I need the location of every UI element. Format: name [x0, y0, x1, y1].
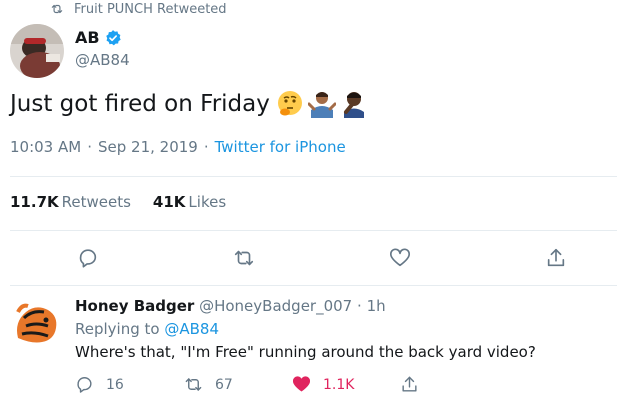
- reply-icon: [77, 377, 92, 393]
- share-icon: [402, 376, 417, 392]
- author-handle[interactable]: @AB84: [75, 51, 130, 69]
- replying-to: Replying to @AB84: [75, 320, 219, 338]
- reply-action-bar: 16 67 1.1K: [0, 375, 617, 397]
- reply-share-button[interactable]: [400, 375, 431, 394]
- reply-icon: [79, 249, 97, 268]
- tweet-date[interactable]: Sep 21, 2019: [98, 138, 198, 156]
- divider: [10, 285, 617, 286]
- person-facepalming-emoji: [340, 90, 368, 118]
- avatar-image: [10, 298, 62, 350]
- divider: [10, 230, 617, 231]
- like-filled-icon: [292, 376, 311, 392]
- likes-label: Likes: [188, 193, 227, 211]
- share-icon: [547, 248, 565, 267]
- share-button[interactable]: [543, 245, 569, 271]
- like-icon: [390, 248, 410, 267]
- retweet-banner[interactable]: Fruit PUNCH Retweeted: [50, 0, 227, 18]
- author-name[interactable]: AB: [75, 28, 100, 47]
- likes-count: 41K: [152, 193, 186, 211]
- reply-separator: ·: [357, 297, 362, 315]
- reply-text: Where's that, "I'm Free" running around …: [75, 343, 536, 361]
- reply-time[interactable]: 1h: [367, 297, 386, 315]
- reply-author-name[interactable]: Honey Badger: [75, 297, 194, 315]
- likes-stat[interactable]: 41K Likes: [153, 193, 226, 211]
- retweets-stat[interactable]: 11.7K Retweets: [10, 193, 131, 211]
- tweet-time[interactable]: 10:03 AM: [10, 138, 81, 156]
- retweet-banner-text: Fruit PUNCH Retweeted: [74, 1, 227, 17]
- reply-author-avatar[interactable]: [10, 298, 62, 350]
- thinking-face-emoji: [276, 90, 304, 118]
- tweet-text-content: Just got fired on Friday: [10, 91, 270, 117]
- author-avatar[interactable]: [10, 24, 64, 78]
- reply-button[interactable]: [75, 245, 101, 271]
- reply-retweet-button[interactable]: 67: [184, 375, 233, 394]
- tweet-text: Just got fired on Friday: [10, 90, 368, 118]
- retweets-count: 11.7K: [10, 193, 59, 211]
- like-button[interactable]: [387, 245, 413, 271]
- reply-tweet[interactable]: Honey Badger @HoneyBadger_007 · 1h Reply…: [0, 288, 617, 416]
- person-shrugging-emoji: [307, 90, 337, 118]
- tweet-action-bar: [0, 245, 617, 273]
- verified-badge-icon: [105, 29, 121, 45]
- retweet-icon: [234, 250, 254, 266]
- replying-to-handle[interactable]: @AB84: [164, 320, 219, 338]
- tweet-source-link[interactable]: Twitter for iPhone: [215, 138, 346, 156]
- retweet-icon: [51, 4, 63, 14]
- reply-retweet-count: 67: [215, 376, 233, 393]
- retweet-button[interactable]: [231, 245, 257, 271]
- reply-author-handle[interactable]: @HoneyBadger_007: [199, 297, 352, 315]
- tweet-stats: 11.7K Retweets 41K Likes: [10, 193, 248, 211]
- reply-like-count: 1.1K: [323, 376, 355, 393]
- tweet-meta: 10:03 AM · Sep 21, 2019 · Twitter for iPhone: [10, 138, 346, 156]
- reply-header: Honey Badger @HoneyBadger_007 · 1h: [75, 297, 386, 315]
- divider: [10, 176, 617, 177]
- reply-like-button[interactable]: 1.1K: [292, 375, 354, 394]
- avatar-image: [10, 24, 64, 78]
- reply-count: 16: [106, 376, 124, 393]
- retweet-icon: [185, 378, 202, 391]
- replying-to-label: Replying to: [75, 320, 160, 338]
- reply-reply-button[interactable]: 16: [75, 375, 124, 394]
- retweets-label: Retweets: [61, 193, 131, 211]
- author-name-row[interactable]: AB: [75, 28, 122, 47]
